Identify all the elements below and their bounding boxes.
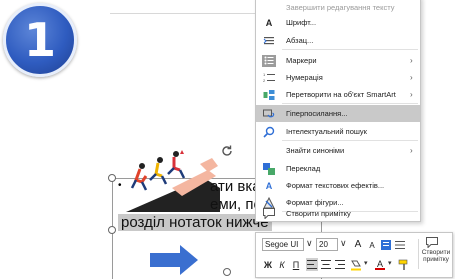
font-name-dropdown-chevron-icon[interactable]: ∨ (306, 238, 313, 249)
font-color-bar (375, 267, 385, 270)
submenu-arrow-icon: › (410, 90, 413, 99)
font-icon: A (265, 17, 273, 28)
hyperlink-icon (262, 107, 276, 121)
smartart-icon (262, 88, 276, 102)
slide-canvas: 1 • ати вка еми, пе розділ нотаток нижче (0, 0, 455, 279)
svg-text:1: 1 (263, 72, 266, 77)
new-comment-icon[interactable] (426, 236, 438, 249)
toolbar-separator (418, 239, 419, 269)
menu-item-font[interactable]: A Шрифт... (256, 14, 420, 31)
new-comment-label[interactable]: Створити примітку (420, 249, 452, 263)
submenu-arrow-icon: › (410, 73, 413, 82)
submenu-arrow-icon: › (410, 146, 413, 155)
context-menu: Завершити редагування тексту A Шрифт... … (255, 0, 421, 222)
underline-button[interactable]: П (290, 258, 302, 271)
numbering-list-button[interactable] (394, 238, 406, 251)
menu-item-label: Знайти синоніми (286, 146, 345, 155)
mini-toolbar: Segoe UI ∨ 20 ∨ A A Створити примітку Ж … (255, 232, 453, 278)
font-size-dropdown-chevron-icon[interactable]: ∨ (340, 238, 347, 249)
bullets-list-button[interactable] (380, 238, 392, 251)
blank-icon (262, 144, 276, 158)
comment-icon (262, 207, 276, 221)
bold-button[interactable]: Ж (262, 258, 274, 271)
shape-fill-icon[interactable] (350, 258, 362, 271)
font-color-dropdown-chevron-icon[interactable]: ▾ (388, 259, 392, 267)
rotate-handle-icon[interactable] (220, 144, 234, 158)
grow-font-button[interactable]: A (352, 238, 364, 251)
text-effects-icon: A (265, 180, 273, 191)
align-center-button[interactable] (320, 258, 332, 271)
paragraph-icon (262, 34, 276, 48)
bullet-glyph: • (118, 180, 122, 191)
submenu-arrow-icon: › (410, 56, 413, 65)
align-right-button[interactable] (334, 258, 346, 271)
menu-item-label: Створити примітку (286, 209, 351, 218)
menu-item-synonyms[interactable]: Знайти синоніми › (256, 142, 420, 159)
smart-lookup-icon (262, 125, 276, 139)
menu-item-label: Абзац... (286, 36, 314, 45)
align-left-button[interactable] (306, 258, 318, 271)
menu-item-label: Шрифт... (286, 18, 317, 27)
font-size-box[interactable]: 20 (316, 238, 338, 251)
menu-item-label: Маркери (286, 56, 317, 65)
menu-item-smart-lookup[interactable]: Інтелектуальний пошук (256, 123, 420, 140)
slide-text-line-1[interactable]: ати вка (210, 178, 261, 195)
menu-item-numbering[interactable]: 12 Нумерація › (256, 69, 420, 86)
font-color-letter: A (376, 258, 383, 269)
right-arrow-shape[interactable] (150, 244, 198, 276)
resize-handle-bottom-middle[interactable] (223, 268, 231, 276)
menu-separator (282, 49, 418, 50)
menu-separator (282, 103, 418, 104)
font-name-box[interactable]: Segoe UI (262, 238, 304, 251)
menu-item-convert-smartart[interactable]: Перетворити на об'єкт SmartArt › (256, 86, 420, 103)
numbering-icon: 12 (262, 71, 276, 85)
font-size-value: 20 (319, 240, 328, 249)
menu-item-label: Інтелектуальний пошук (286, 127, 367, 136)
slide-text-line-3-selected[interactable]: розділ нотаток нижче (118, 214, 272, 231)
resize-handle-left[interactable] (108, 226, 116, 234)
menu-item-label: Завершити редагування тексту (286, 3, 395, 12)
menu-item-bullets[interactable]: Маркери › (256, 52, 420, 69)
menu-item-format-text-effects[interactable]: A Формат текстових ефектів... (256, 177, 420, 194)
format-painter-icon[interactable] (398, 258, 410, 271)
menu-item-label: Перетворити на об'єкт SmartArt (286, 90, 396, 99)
climbing-people-illustration (126, 150, 220, 212)
translate-icon (262, 162, 276, 176)
font-color-button[interactable]: A (374, 258, 386, 271)
svg-text:2: 2 (263, 78, 266, 83)
shape-fill-dropdown-chevron-icon[interactable]: ▾ (364, 259, 368, 267)
slide-edge-line (110, 13, 265, 14)
bullets-icon (262, 54, 276, 67)
step-number: 1 (23, 13, 56, 67)
menu-item-paragraph[interactable]: Абзац... (256, 32, 420, 49)
step-badge: 1 (3, 3, 77, 77)
menu-item-label: Формат текстових ефектів... (286, 181, 385, 190)
menu-separator (282, 140, 418, 141)
menu-item-label: Нумерація (286, 73, 323, 82)
menu-item-hyperlink[interactable]: Гіперпосилання... (256, 105, 420, 122)
menu-item-label: Гіперпосилання... (286, 109, 348, 118)
shrink-font-button[interactable]: A (366, 239, 378, 252)
menu-item-label: Переклад (286, 164, 321, 173)
menu-item-translate[interactable]: Переклад (256, 160, 420, 177)
menu-item-new-comment[interactable]: Створити примітку (256, 205, 420, 222)
font-name-value: Segoe UI (265, 240, 299, 249)
edit-exit-icon (262, 1, 276, 15)
italic-button[interactable]: К (276, 258, 288, 271)
